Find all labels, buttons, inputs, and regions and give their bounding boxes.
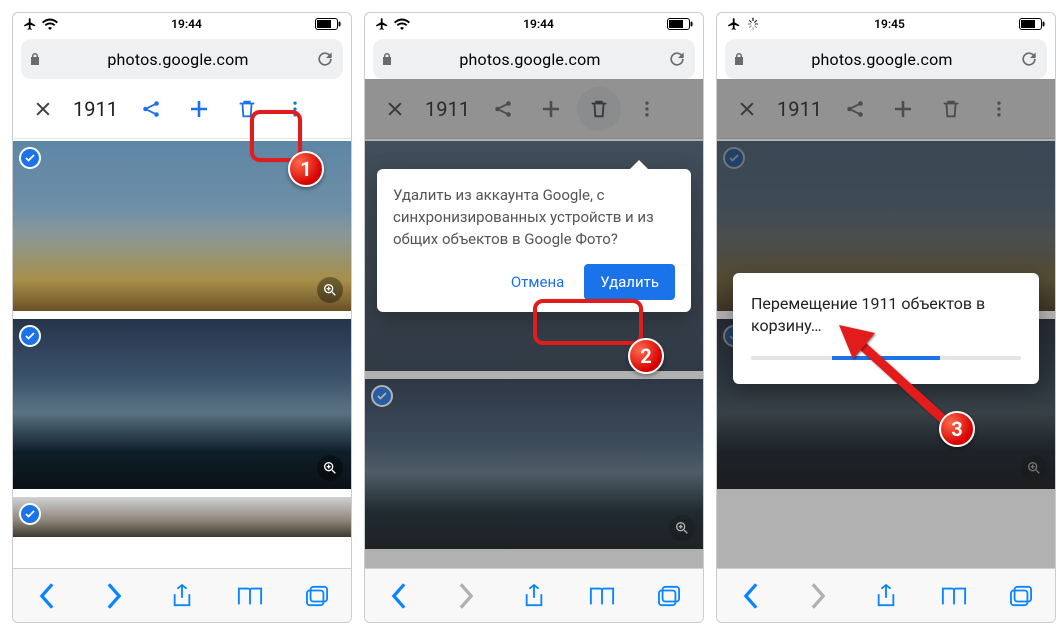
share-sheet-button[interactable]	[514, 576, 554, 616]
tabs-button[interactable]	[649, 576, 689, 616]
more-button[interactable]	[273, 87, 317, 131]
photo-grid	[13, 141, 351, 568]
lock-icon	[381, 52, 393, 66]
cancel-button[interactable]: Отмена	[501, 265, 574, 299]
url-text: photos.google.com	[399, 50, 661, 69]
selection-count: 1911	[69, 97, 125, 121]
browser-address-bar[interactable]: photos.google.com	[725, 39, 1047, 79]
lock-icon	[29, 52, 41, 66]
back-button[interactable]	[379, 576, 419, 616]
bookmarks-button[interactable]	[230, 576, 270, 616]
annotation-step-2: 2	[628, 338, 664, 374]
photo-thumbnail[interactable]	[13, 497, 351, 537]
battery-icon	[667, 18, 693, 30]
screenshot-1: 19:44 photos.google.com 1911	[12, 12, 352, 623]
close-selection-button[interactable]	[21, 87, 65, 131]
share-sheet-button[interactable]	[866, 576, 906, 616]
wifi-icon	[42, 18, 58, 30]
zoom-icon[interactable]	[317, 455, 343, 481]
safari-toolbar	[365, 568, 703, 622]
progress-toast: Перемещение 1911 объектов в корзину…	[733, 273, 1039, 384]
annotation-step-3: 3	[939, 411, 975, 447]
wifi-icon	[394, 18, 410, 30]
forward-button[interactable]	[94, 576, 134, 616]
annotation-step-1: 1	[288, 151, 324, 187]
reload-icon[interactable]	[667, 49, 687, 69]
modal-overlay	[365, 79, 703, 568]
lock-icon	[733, 52, 745, 66]
airplane-mode-icon	[375, 17, 389, 31]
forward-button	[798, 576, 838, 616]
status-time: 19:44	[171, 17, 202, 31]
url-text: photos.google.com	[751, 50, 1013, 69]
toast-message: Перемещение 1911 объектов в корзину…	[751, 293, 1021, 338]
forward-button	[446, 576, 486, 616]
url-text: photos.google.com	[47, 50, 309, 69]
reload-icon[interactable]	[315, 49, 335, 69]
zoom-icon[interactable]	[317, 277, 343, 303]
status-time: 19:44	[523, 17, 554, 31]
browser-address-bar[interactable]: photos.google.com	[21, 39, 343, 79]
selected-check-icon	[19, 325, 41, 347]
bookmarks-button[interactable]	[582, 576, 622, 616]
share-sheet-button[interactable]	[162, 576, 202, 616]
back-button[interactable]	[731, 576, 771, 616]
airplane-mode-icon	[23, 17, 37, 31]
photo-thumbnail[interactable]	[13, 319, 351, 489]
status-bar: 19:45	[717, 13, 1055, 35]
browser-address-bar[interactable]: photos.google.com	[373, 39, 695, 79]
screenshot-3: 19:45 photos.google.com 1911	[716, 12, 1056, 623]
confirm-delete-button[interactable]: Удалить	[584, 264, 675, 300]
bookmarks-button[interactable]	[934, 576, 974, 616]
battery-icon	[315, 18, 341, 30]
status-time: 19:45	[874, 17, 905, 31]
safari-toolbar	[717, 568, 1055, 622]
selected-check-icon	[19, 503, 41, 525]
add-button[interactable]	[177, 87, 221, 131]
loading-spinner-icon	[746, 17, 760, 31]
tabs-button[interactable]	[297, 576, 337, 616]
trash-button[interactable]	[225, 87, 269, 131]
screenshot-2: 19:44 photos.google.com 1911	[364, 12, 704, 623]
airplane-mode-icon	[727, 17, 741, 31]
safari-toolbar	[13, 568, 351, 622]
dialog-message: Удалить из аккаунта Google, с синхронизи…	[393, 185, 675, 250]
progress-bar	[751, 356, 1021, 360]
status-bar: 19:44	[13, 13, 351, 35]
reload-icon[interactable]	[1019, 49, 1039, 69]
selection-toolbar: 1911	[13, 79, 351, 139]
share-button[interactable]	[129, 87, 173, 131]
status-bar: 19:44	[365, 13, 703, 35]
delete-confirmation-dialog: Удалить из аккаунта Google, с синхронизи…	[377, 169, 691, 312]
selected-check-icon	[19, 147, 41, 169]
back-button[interactable]	[27, 576, 67, 616]
battery-icon	[1019, 18, 1045, 30]
tabs-button[interactable]	[1001, 576, 1041, 616]
